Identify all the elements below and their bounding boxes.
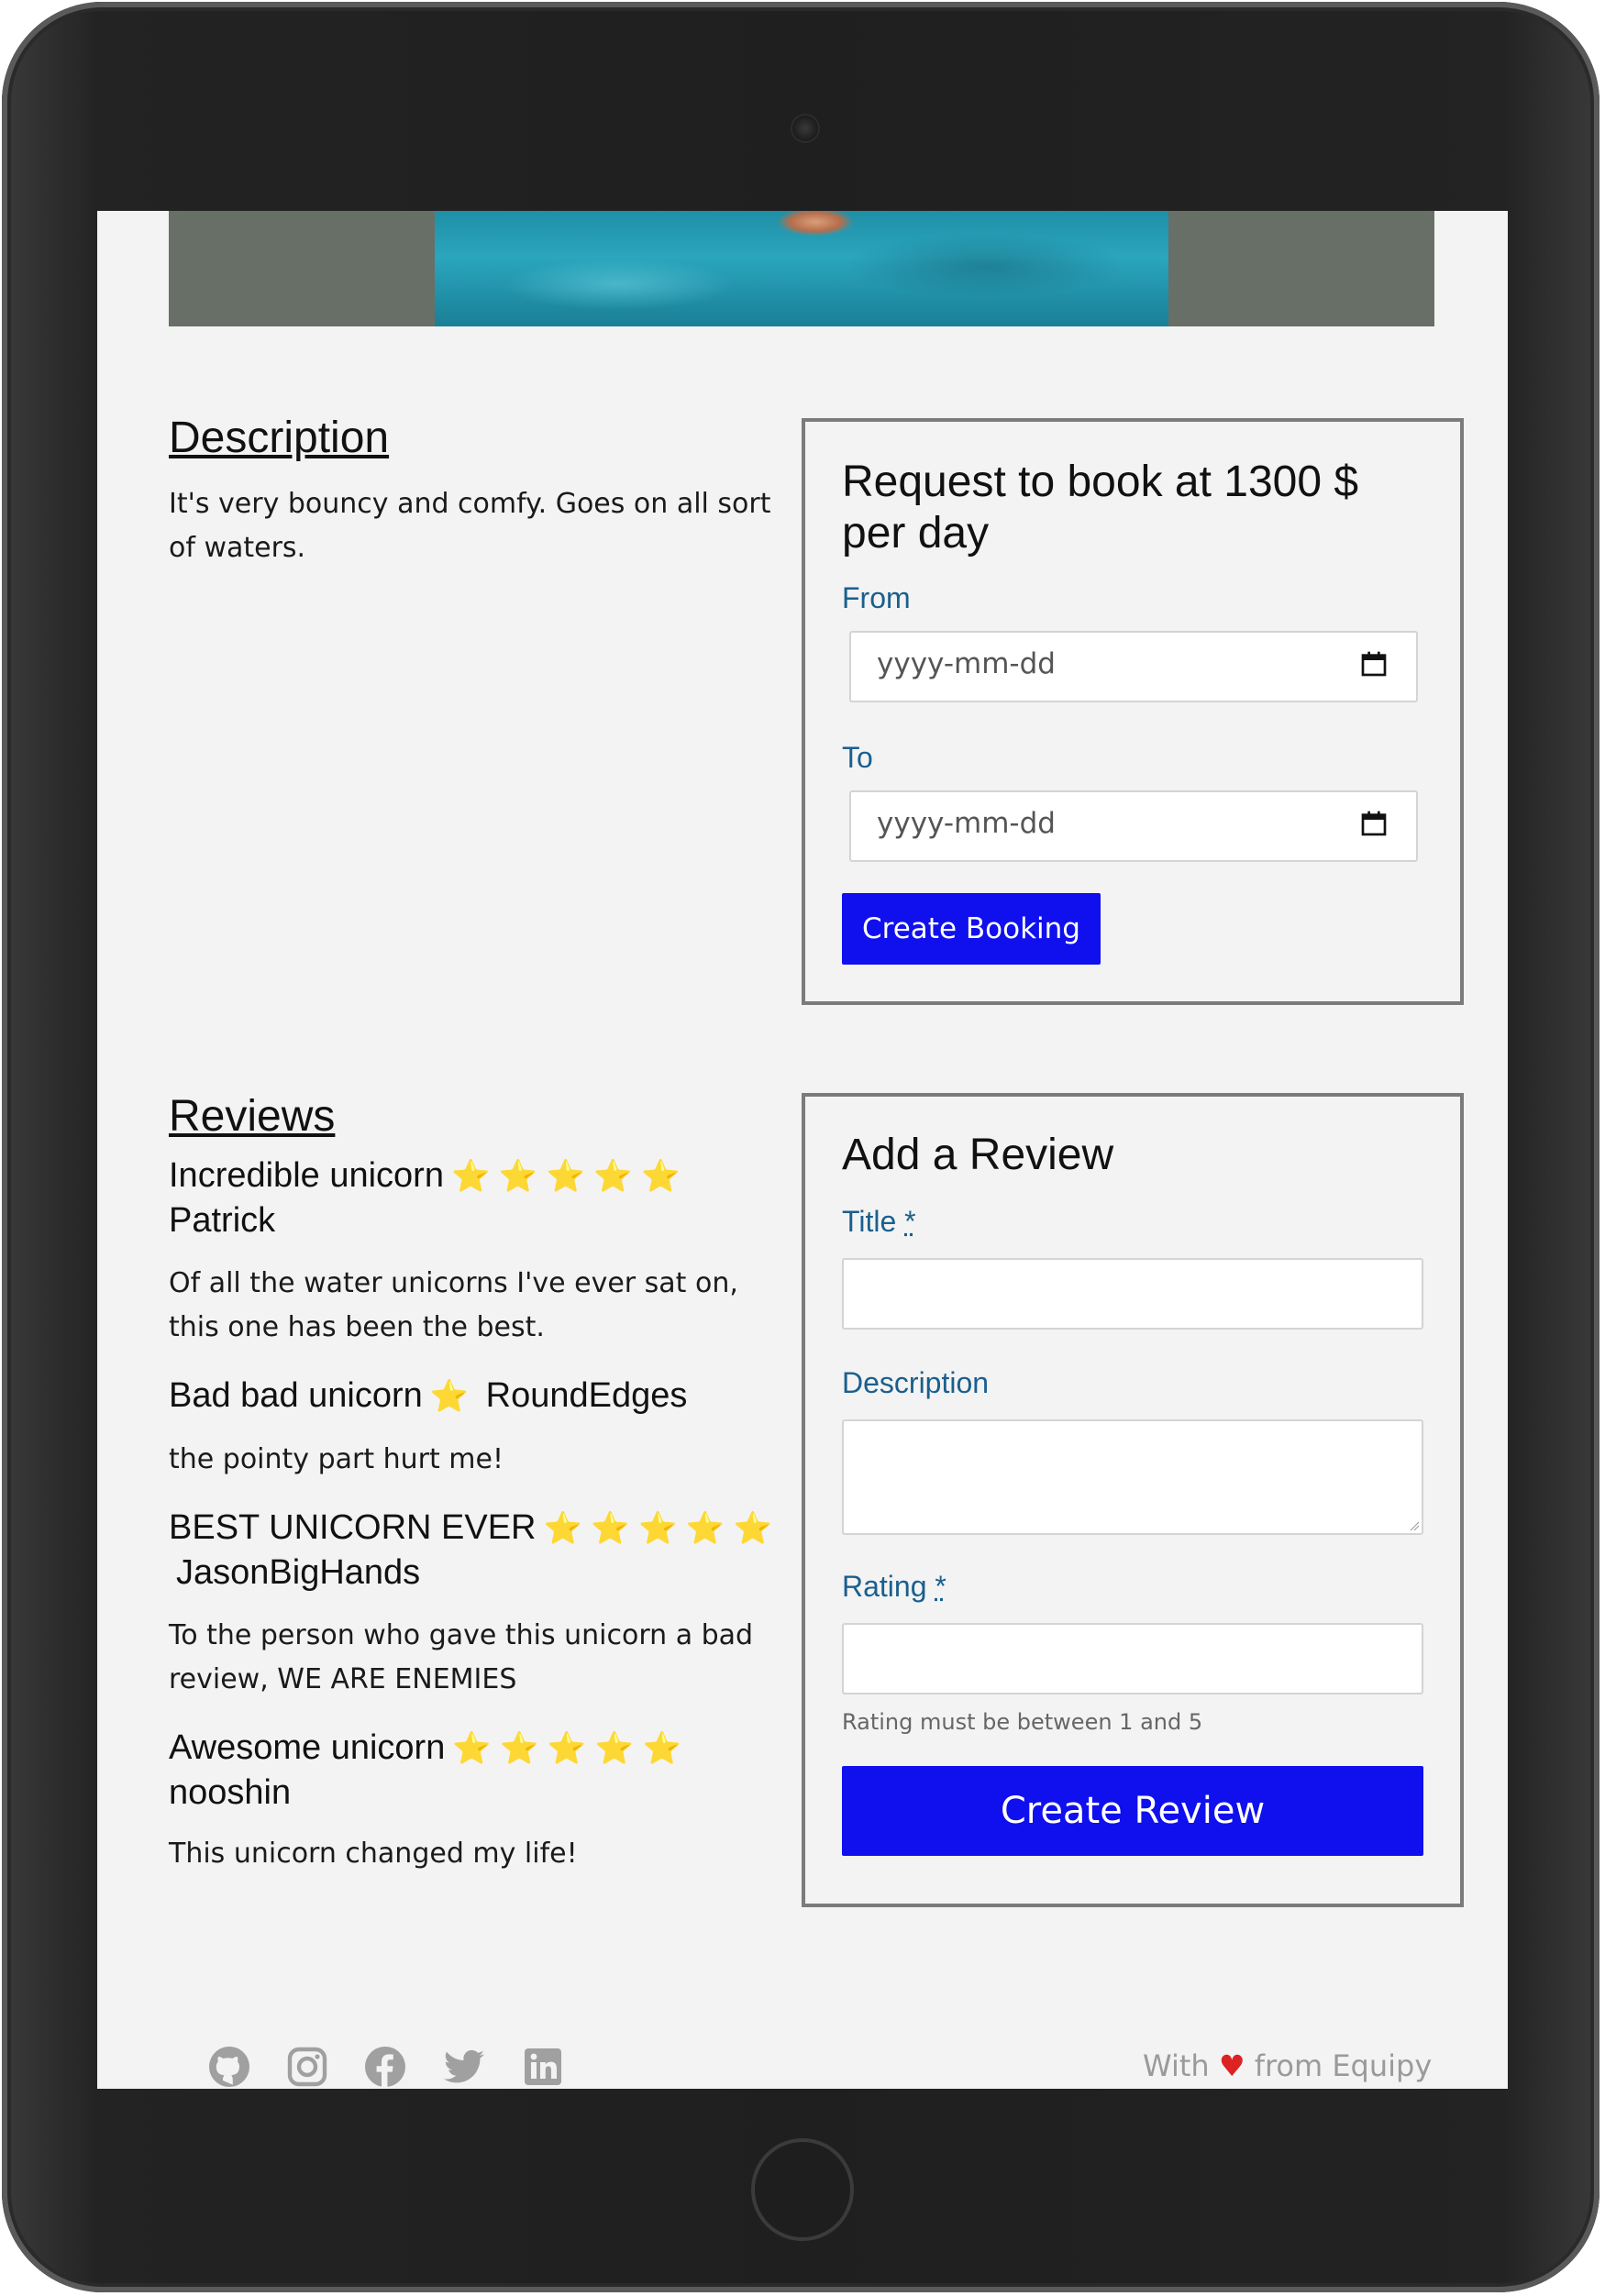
required-marker: * — [935, 1570, 946, 1603]
review-description-textarea[interactable] — [842, 1419, 1423, 1535]
add-review-panel: Add a Review Title * Description Rating … — [802, 1093, 1464, 1907]
review-author: RoundEdges — [485, 1376, 688, 1415]
review-title: Incredible unicorn ⭐ ⭐ ⭐ ⭐ ⭐ Patrick — [169, 1154, 792, 1242]
review-title: Awesome unicorn ⭐ ⭐ ⭐ ⭐ ⭐ nooshin — [169, 1726, 792, 1815]
booking-panel: Request to book at 1300 $ per day From y… — [802, 418, 1464, 1005]
camera-icon — [792, 116, 818, 141]
description-heading: Description — [169, 414, 390, 462]
review-title: Bad bad unicorn ⭐ RoundEdges — [169, 1374, 792, 1418]
heart-icon: ♥ — [1218, 2048, 1245, 2083]
review-author: nooshin — [169, 1773, 292, 1812]
rating-input[interactable] — [842, 1623, 1423, 1694]
to-date-input[interactable]: yyyy-mm-dd — [849, 790, 1418, 862]
create-review-button[interactable]: Create Review — [842, 1766, 1423, 1856]
description-label: Description — [842, 1366, 990, 1399]
github-icon[interactable] — [207, 2045, 251, 2089]
footer-text-suffix: from Equipy — [1254, 2048, 1433, 2083]
rating-help-text: Rating must be between 1 and 5 — [842, 1709, 1203, 1735]
instagram-icon[interactable] — [285, 2045, 329, 2089]
review-title: BEST UNICORN EVER ⭐ ⭐ ⭐ ⭐ ⭐ JasonBigHands — [169, 1506, 792, 1595]
star-rating: ⭐ — [429, 1379, 470, 1414]
to-label: To — [842, 741, 873, 774]
twitter-icon[interactable] — [442, 2045, 486, 2089]
review-title-text: BEST UNICORN EVER — [169, 1508, 537, 1547]
add-review-title: Add a Review — [842, 1131, 1114, 1179]
rating-label: Rating * — [842, 1570, 946, 1604]
review-title-text: Incredible unicorn — [169, 1156, 444, 1195]
title-label: Title * — [842, 1205, 916, 1239]
calendar-icon[interactable] — [1359, 808, 1389, 839]
review-text: Of all the water unicorns I've ever sat … — [169, 1267, 738, 1343]
reviews-heading: Reviews — [169, 1092, 336, 1141]
star-rating: ⭐ ⭐ ⭐ ⭐ ⭐ — [452, 1731, 681, 1766]
linkedin-icon[interactable] — [521, 2045, 565, 2089]
facebook-icon[interactable] — [363, 2045, 407, 2089]
calendar-icon[interactable] — [1359, 648, 1389, 679]
footer-credit: With ♥ from Equipy — [1143, 2048, 1432, 2083]
screen: Description It's very bouncy and comfy. … — [97, 211, 1508, 2089]
rating-label-text: Rating — [842, 1570, 927, 1603]
review-author: Patrick — [169, 1201, 276, 1240]
review-title-text: Bad bad unicorn — [169, 1376, 423, 1415]
review-text: To the person who gave this unicorn a ba… — [169, 1619, 754, 1695]
create-booking-button[interactable]: Create Booking — [842, 893, 1101, 965]
review-text: the pointy part hurt me! — [169, 1443, 504, 1475]
review-title-text: Awesome unicorn — [169, 1728, 446, 1767]
review-author: JasonBigHands — [176, 1553, 421, 1592]
booking-title: Request to book at 1300 $ per day — [842, 458, 1359, 557]
title-label-text: Title — [842, 1205, 897, 1238]
home-button[interactable] — [751, 2138, 854, 2241]
from-date-input[interactable]: yyyy-mm-dd — [849, 631, 1418, 702]
required-marker: * — [904, 1205, 916, 1238]
description-text: It's very bouncy and comfy. Goes on all … — [169, 488, 771, 564]
resize-handle-icon[interactable] — [1409, 1520, 1420, 1531]
review-text: This unicorn changed my life! — [169, 1838, 578, 1870]
review-title-input[interactable] — [842, 1258, 1423, 1330]
footer-text-prefix: With — [1143, 2048, 1210, 2083]
listing-image — [169, 211, 1434, 326]
from-label: From — [842, 581, 911, 614]
tablet-frame: Description It's very bouncy and comfy. … — [2, 2, 1599, 2292]
star-rating: ⭐ ⭐ ⭐ ⭐ ⭐ — [543, 1511, 772, 1546]
from-date-placeholder: yyyy-mm-dd — [877, 647, 1056, 680]
water-photo — [435, 211, 1168, 326]
to-date-placeholder: yyyy-mm-dd — [877, 807, 1056, 840]
star-rating: ⭐ ⭐ ⭐ ⭐ ⭐ — [450, 1159, 681, 1194]
